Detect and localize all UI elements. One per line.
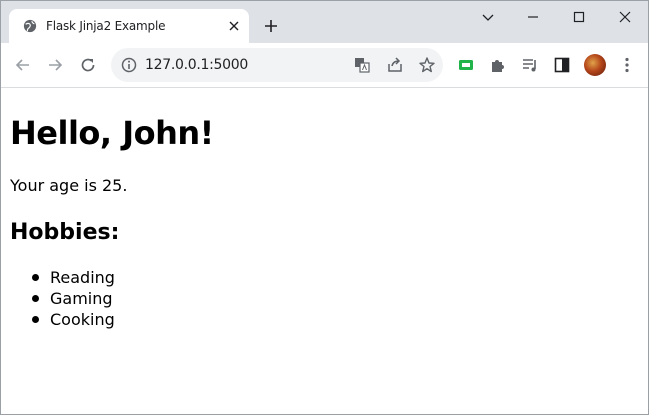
list-item: Cooking: [10, 309, 115, 330]
forward-icon[interactable]: [46, 56, 64, 74]
chevron-down-icon[interactable]: [478, 7, 498, 27]
hobby-label: Cooking: [50, 310, 115, 329]
extension-green-icon[interactable]: [457, 56, 475, 74]
tab-strip: Flask Jinja2 Example: [1, 1, 648, 43]
share-icon[interactable]: [386, 56, 404, 74]
maximize-icon[interactable]: [569, 7, 589, 27]
reload-icon[interactable]: [79, 56, 97, 74]
bullet-icon: [32, 274, 39, 281]
back-icon[interactable]: [14, 56, 32, 74]
hobby-label: Reading: [50, 268, 115, 287]
list-item: Reading: [10, 267, 115, 288]
minimize-icon[interactable]: [523, 7, 543, 27]
tab-title: Flask Jinja2 Example: [46, 19, 166, 33]
bullet-icon: [32, 316, 39, 323]
address-bar[interactable]: 127.0.0.1:5000: [111, 48, 443, 82]
url-text: 127.0.0.1:5000: [145, 57, 248, 73]
hobbies-list: Reading Gaming Cooking: [10, 267, 115, 330]
side-panel-icon[interactable]: [553, 56, 571, 74]
kebab-menu-icon[interactable]: [618, 56, 636, 74]
plus-icon[interactable]: [263, 18, 279, 34]
list-item: Gaming: [10, 288, 115, 309]
bullet-icon: [32, 295, 39, 302]
star-icon[interactable]: [418, 56, 436, 74]
globe-icon: [23, 19, 37, 33]
hobby-label: Gaming: [50, 289, 113, 308]
page-heading: Hello, John!: [10, 114, 214, 152]
puzzle-icon[interactable]: [489, 56, 507, 74]
browser-window: Flask Jinja2 Example 127.0.0.1:5000 Hell…: [0, 0, 649, 415]
window-close-icon[interactable]: [615, 7, 635, 27]
avatar[interactable]: [584, 54, 606, 76]
media-queue-icon[interactable]: [521, 56, 539, 74]
browser-tab[interactable]: Flask Jinja2 Example: [9, 9, 249, 43]
age-text: Your age is 25.: [10, 176, 128, 195]
close-icon[interactable]: [228, 20, 240, 32]
translate-icon[interactable]: [353, 56, 371, 74]
hobbies-heading: Hobbies:: [10, 220, 120, 245]
browser-toolbar: 127.0.0.1:5000: [1, 43, 648, 88]
info-icon[interactable]: [120, 56, 138, 74]
